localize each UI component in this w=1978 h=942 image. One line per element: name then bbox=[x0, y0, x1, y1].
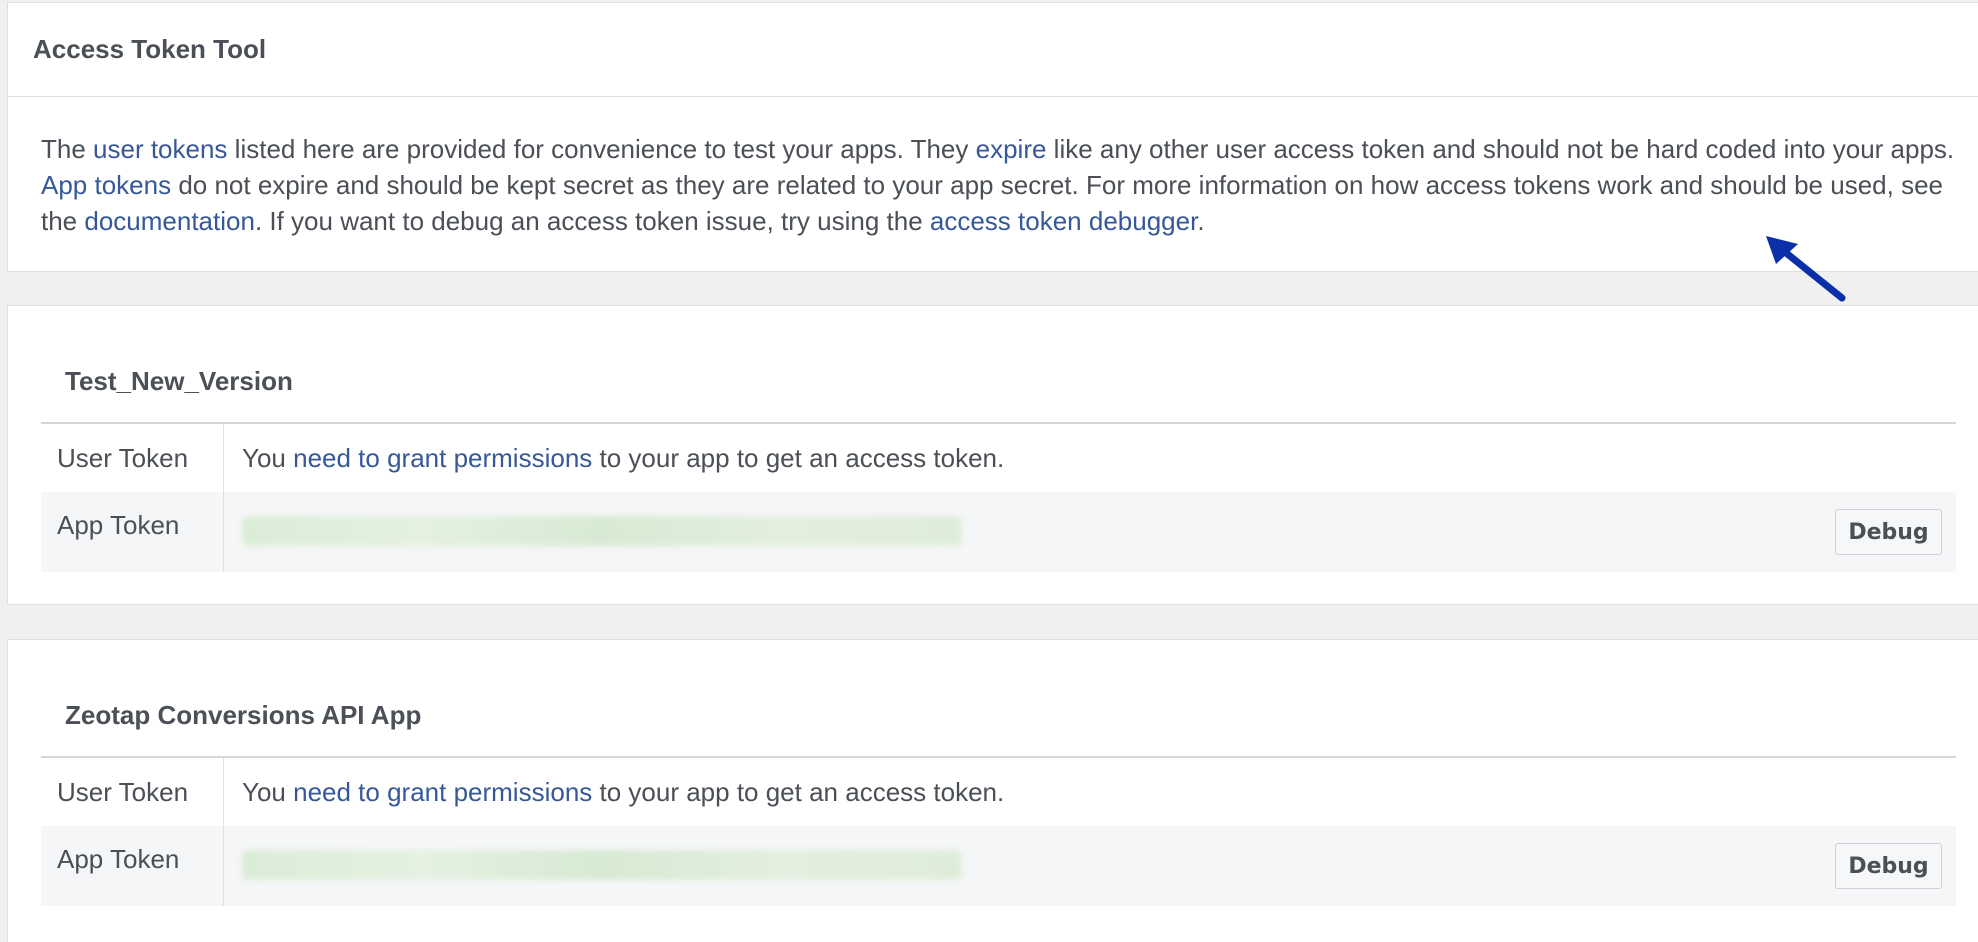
intro-text-5: . If you want to debug an access token i… bbox=[254, 206, 930, 236]
app-token-value: Debug bbox=[224, 826, 1956, 906]
grant-permissions-link[interactable]: need to grant permissions bbox=[293, 777, 592, 808]
user-token-text-prefix: You bbox=[242, 442, 294, 473]
app-token-label: App Token bbox=[41, 826, 224, 906]
user-token-text-suffix: to your app to get an access token. bbox=[592, 442, 1005, 473]
app-panel: Zeotap Conversions API App User Token Yo… bbox=[7, 639, 1978, 942]
user-token-row: User Token You need to grant permissions… bbox=[41, 424, 1956, 492]
intro-text-2: listed here are provided for convenience… bbox=[227, 134, 976, 164]
debug-button[interactable]: Debug bbox=[1835, 509, 1942, 555]
app-token-value: Debug bbox=[224, 492, 1956, 572]
intro-text-3: like any other user access token and sho… bbox=[1046, 134, 1955, 164]
expire-link[interactable]: expire bbox=[976, 134, 1047, 164]
app-token-row: App Token Debug bbox=[41, 826, 1956, 906]
app-name: Zeotap Conversions API App bbox=[65, 700, 422, 730]
user-token-value: You need to grant permissions to your ap… bbox=[224, 758, 1956, 826]
token-table: User Token You need to grant permissions… bbox=[41, 422, 1956, 572]
grant-permissions-link[interactable]: need to grant permissions bbox=[293, 443, 592, 474]
documentation-link[interactable]: documentation bbox=[84, 206, 255, 236]
intro-description: The user tokens listed here are provided… bbox=[41, 131, 1971, 239]
app-name: Test_New_Version bbox=[65, 366, 293, 396]
redacted-app-token bbox=[242, 516, 962, 546]
user-tokens-link[interactable]: user tokens bbox=[93, 134, 227, 164]
app-panel: Test_New_Version User Token You need to … bbox=[7, 305, 1978, 605]
token-table: User Token You need to grant permissions… bbox=[41, 756, 1956, 906]
redacted-app-token bbox=[242, 850, 962, 880]
user-token-text-suffix: to your app to get an access token. bbox=[592, 776, 1005, 807]
user-token-row: User Token You need to grant permissions… bbox=[41, 758, 1956, 826]
access-token-debugger-link[interactable]: access token debugger bbox=[930, 206, 1197, 236]
app-tokens-link[interactable]: App tokens bbox=[41, 170, 171, 200]
app-token-row: App Token Debug bbox=[41, 492, 1956, 572]
debug-button[interactable]: Debug bbox=[1835, 843, 1942, 889]
user-token-text-prefix: You bbox=[242, 776, 294, 807]
intro-text-1: The bbox=[41, 134, 94, 164]
user-token-label: User Token bbox=[41, 758, 224, 826]
page-title: Access Token Tool bbox=[33, 34, 267, 64]
user-token-label: User Token bbox=[41, 424, 224, 492]
intro-text-6: . bbox=[1197, 206, 1205, 236]
access-token-tool-panel: Access Token Tool The user tokens listed… bbox=[7, 2, 1978, 272]
panel-header: Access Token Tool bbox=[8, 3, 1978, 97]
app-token-label: App Token bbox=[41, 492, 224, 572]
user-token-value: You need to grant permissions to your ap… bbox=[224, 424, 1956, 492]
